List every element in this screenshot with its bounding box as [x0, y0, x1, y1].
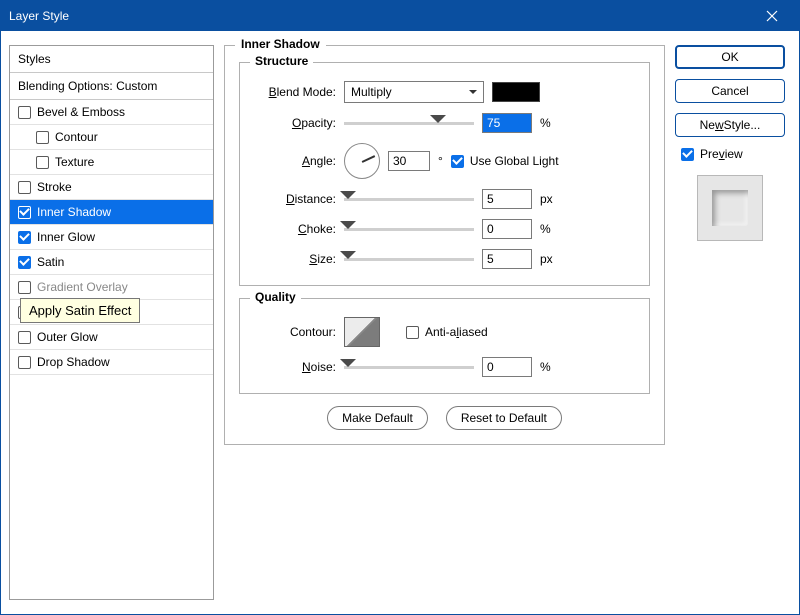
titlebar: Layer Style [1, 1, 799, 31]
checkbox-icon [18, 206, 31, 219]
opacity-input[interactable] [482, 113, 532, 133]
shadow-color-swatch[interactable] [492, 82, 540, 102]
choke-label: Choke: [254, 222, 336, 236]
sidebar-item-outer-glow[interactable]: Outer Glow [10, 325, 213, 350]
layer-style-dialog: Layer Style Styles Blending Options: Cus… [0, 0, 800, 615]
blend-mode-select[interactable]: Multiply [344, 81, 484, 103]
choke-slider[interactable] [344, 222, 474, 236]
distance-label: Distance: [254, 192, 336, 206]
reset-default-button[interactable]: Reset to Default [446, 406, 562, 430]
noise-slider[interactable] [344, 360, 474, 374]
distance-input[interactable] [482, 189, 532, 209]
sidebar-item-label: Inner Glow [37, 230, 95, 244]
noise-unit: % [540, 360, 560, 374]
sidebar-item-label: Satin [37, 255, 64, 269]
checkbox-icon [18, 281, 31, 294]
sidebar-item-label: Texture [55, 155, 94, 169]
noise-input[interactable] [482, 357, 532, 377]
opacity-unit: % [540, 116, 560, 130]
checkbox-icon [18, 331, 31, 344]
size-input[interactable] [482, 249, 532, 269]
effect-fieldset: Inner Shadow Structure Blend Mode: Multi… [224, 45, 665, 445]
close-button[interactable] [753, 1, 791, 31]
size-slider[interactable] [344, 252, 474, 266]
size-label: Size: [254, 252, 336, 266]
sidebar-item-texture[interactable]: Texture [10, 150, 213, 175]
sidebar-item-contour[interactable]: Contour [10, 125, 213, 150]
close-icon [766, 10, 778, 22]
sidebar-item-label: Gradient Overlay [37, 280, 128, 294]
effect-title: Inner Shadow [235, 37, 326, 51]
size-unit: px [540, 252, 560, 266]
make-default-button[interactable]: Make Default [327, 406, 428, 430]
angle-dial[interactable] [344, 143, 380, 179]
opacity-slider[interactable] [344, 116, 474, 130]
sidebar-item-drop-shadow[interactable]: Drop Shadow [10, 350, 213, 375]
right-panel: OK Cancel New Style... Preview [675, 45, 785, 600]
sidebar-item-label: Contour [55, 130, 98, 144]
main-panel: Inner Shadow Structure Blend Mode: Multi… [224, 45, 665, 600]
distance-slider[interactable] [344, 192, 474, 206]
opacity-label: Opacity: [254, 116, 336, 130]
structure-legend: Structure [250, 54, 313, 68]
sidebar-item-label: Outer Glow [37, 330, 98, 344]
check-icon [681, 148, 694, 161]
sidebar-item-bevel-emboss[interactable]: Bevel & Emboss [10, 100, 213, 125]
choke-unit: % [540, 222, 560, 236]
new-style-button[interactable]: New Style... [675, 113, 785, 137]
tooltip-satin: Apply Satin Effect [20, 298, 140, 323]
contour-picker[interactable] [344, 317, 380, 347]
contour-label: Contour: [254, 325, 336, 339]
dialog-title: Layer Style [9, 9, 69, 23]
angle-label: Angle: [254, 154, 336, 168]
sidebar-item-label: Inner Shadow [37, 205, 111, 219]
structure-section: Structure Blend Mode: Multiply Opacity: … [239, 62, 650, 286]
blend-mode-label: Blend Mode: [254, 85, 336, 99]
checkbox-icon [406, 326, 419, 339]
sidebar-item-label: Drop Shadow [37, 355, 110, 369]
checkbox-icon [18, 356, 31, 369]
choke-input[interactable] [482, 219, 532, 239]
checkbox-icon [18, 231, 31, 244]
styles-sidebar: Styles Blending Options: Custom Bevel & … [9, 45, 214, 600]
checkbox-icon [18, 106, 31, 119]
anti-aliased-checkbox[interactable]: Anti-aliased [406, 325, 488, 339]
sidebar-item-stroke[interactable]: Stroke [10, 175, 213, 200]
checkbox-icon [18, 256, 31, 269]
quality-legend: Quality [250, 290, 301, 304]
preview-thumbnail [697, 175, 763, 241]
check-icon [451, 155, 464, 168]
preview-checkbox[interactable]: Preview [675, 147, 785, 161]
sidebar-item-inner-glow[interactable]: Inner Glow [10, 225, 213, 250]
use-global-light-checkbox[interactable]: Use Global Light [451, 154, 559, 168]
angle-unit: ° [438, 154, 443, 168]
sidebar-header[interactable]: Styles [10, 46, 213, 73]
checkbox-icon [36, 156, 49, 169]
cancel-button[interactable]: Cancel [675, 79, 785, 103]
quality-section: Quality Contour: Anti-aliased Noise: [239, 298, 650, 394]
checkbox-icon [36, 131, 49, 144]
checkbox-icon [18, 181, 31, 194]
noise-label: Noise: [254, 360, 336, 374]
distance-unit: px [540, 192, 560, 206]
angle-input[interactable] [388, 151, 430, 171]
sidebar-subheader[interactable]: Blending Options: Custom [10, 73, 213, 100]
sidebar-item-gradient-overlay[interactable]: Gradient Overlay [10, 275, 213, 300]
sidebar-item-satin[interactable]: Satin [10, 250, 213, 275]
sidebar-item-inner-shadow[interactable]: Inner Shadow [10, 200, 213, 225]
sidebar-item-label: Stroke [37, 180, 72, 194]
ok-button[interactable]: OK [675, 45, 785, 69]
sidebar-item-label: Bevel & Emboss [37, 105, 125, 119]
